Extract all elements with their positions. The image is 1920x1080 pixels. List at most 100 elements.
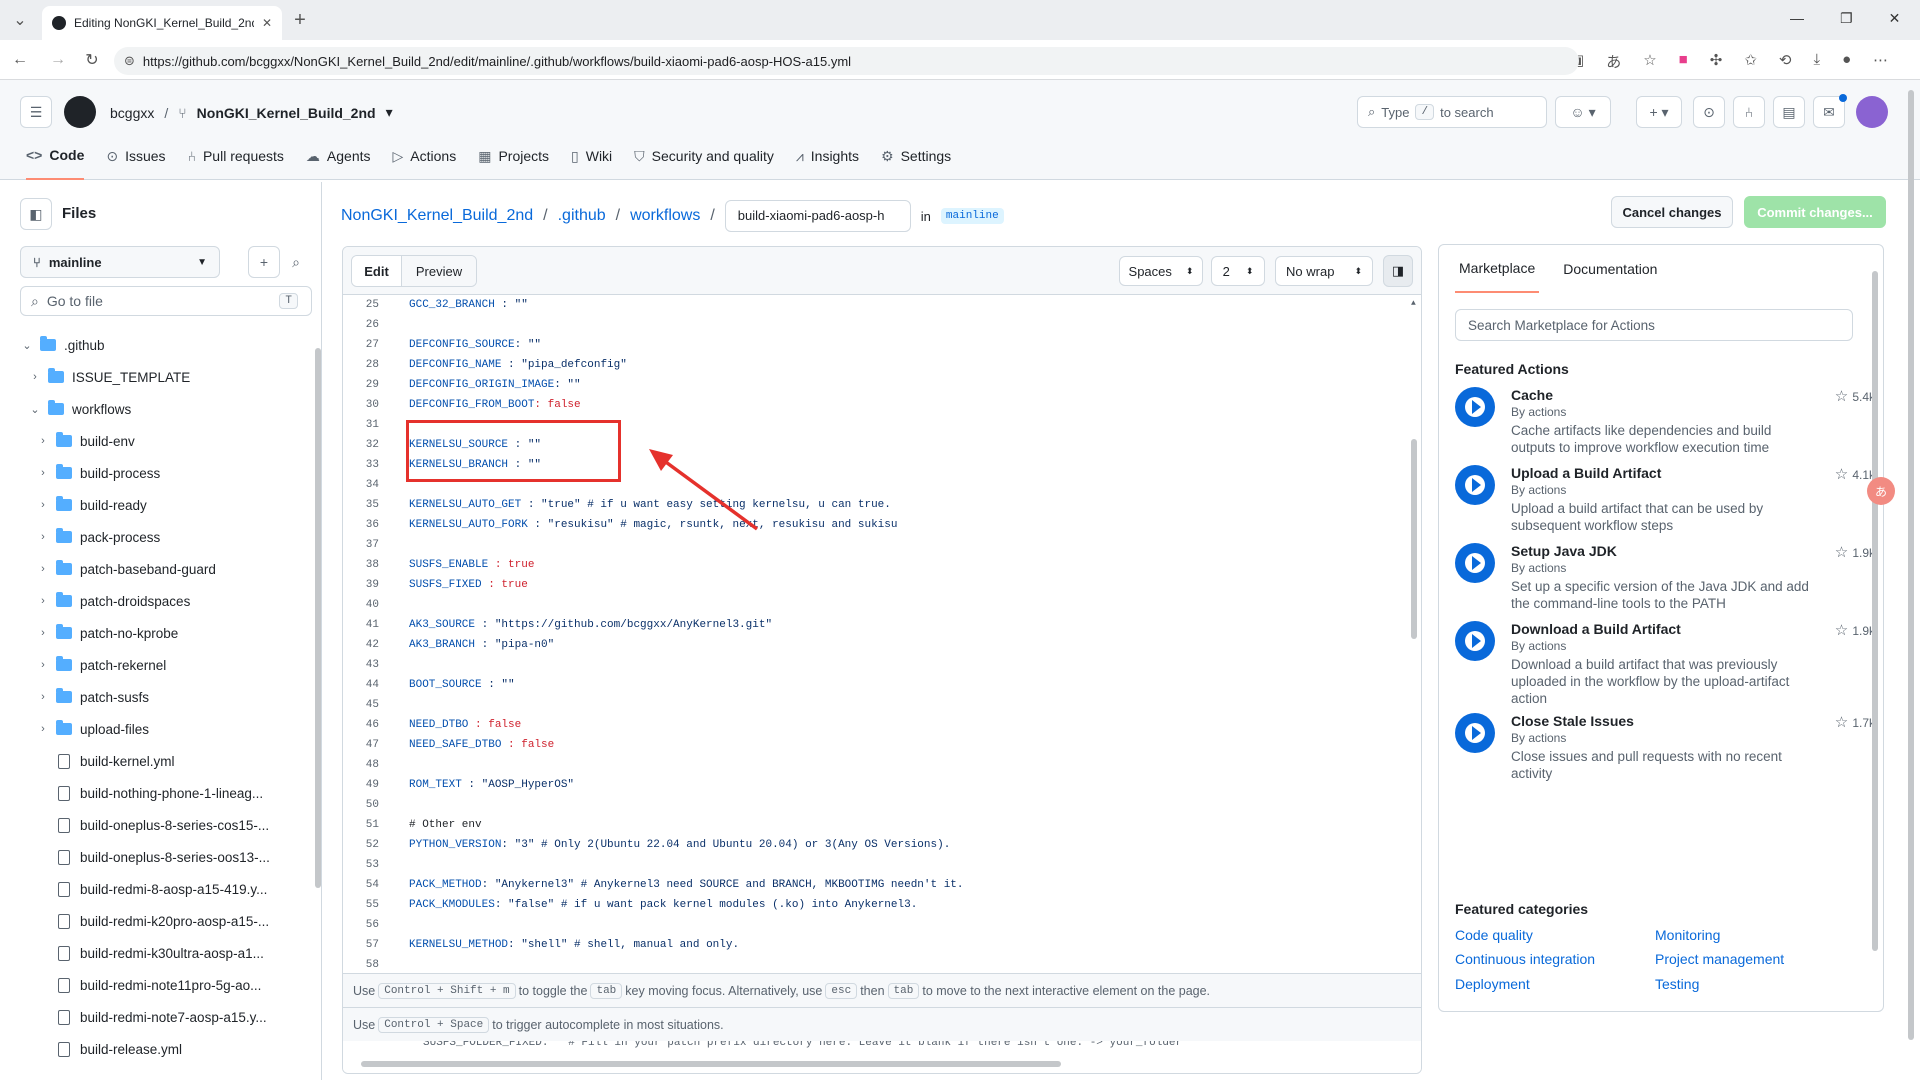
close-tab-icon[interactable]: ✕ bbox=[262, 16, 272, 30]
reload-icon[interactable]: ↻ bbox=[78, 46, 106, 74]
tree-folder[interactable]: ⌄ workflows bbox=[20, 396, 131, 422]
tree-file[interactable]: build-oneplus-8-series-oos13-... bbox=[20, 844, 270, 870]
tree-folder[interactable]: › build-ready bbox=[20, 492, 147, 518]
indent-mode-select[interactable]: Spaces ⬍ bbox=[1119, 256, 1203, 286]
tab-settings[interactable]: ⚙ Settings bbox=[881, 132, 951, 180]
sidebar-scrollbar[interactable] bbox=[314, 332, 322, 1072]
chevron-right-icon[interactable]: › bbox=[36, 723, 50, 735]
editor-vertical-scrollbar[interactable]: ▲ bbox=[1409, 299, 1419, 969]
chevron-right-icon[interactable]: › bbox=[36, 659, 50, 671]
branch-selector[interactable]: ⑂ mainline ▼ bbox=[20, 246, 220, 278]
favorite-star-icon[interactable]: ☆ bbox=[1643, 51, 1656, 72]
action-name[interactable]: Upload a Build Artifact bbox=[1511, 465, 1661, 481]
toggle-panel-icon[interactable]: ◨ bbox=[1383, 255, 1413, 287]
tree-file[interactable]: build-nothing-phone-1-lineag... bbox=[20, 780, 263, 806]
tab-security[interactable]: ⛉ Security and quality bbox=[634, 132, 774, 180]
tree-folder[interactable]: › upload-files bbox=[20, 716, 149, 742]
tree-folder[interactable]: › ISSUE_TEMPLATE bbox=[20, 364, 190, 390]
search-files-icon[interactable]: ⌕ bbox=[280, 246, 312, 278]
extensions-puzzle-icon[interactable]: ✣ bbox=[1710, 51, 1723, 72]
more-menu-icon[interactable]: ⋯ bbox=[1873, 51, 1888, 72]
featured-action-card[interactable]: Close Stale Issues By actions Close issues… bbox=[1455, 713, 1875, 783]
tree-folder[interactable]: › pack-process bbox=[20, 524, 160, 550]
translate-icon[interactable]: あ bbox=[1606, 51, 1621, 72]
branch-badge[interactable]: mainline bbox=[940, 208, 1004, 224]
cancel-changes-button[interactable]: Cancel changes bbox=[1611, 196, 1733, 228]
downloads-icon[interactable]: ⤓ bbox=[1813, 51, 1820, 72]
chevron-right-icon[interactable]: › bbox=[28, 371, 42, 383]
tree-folder[interactable]: › patch-no-kprobe bbox=[20, 620, 178, 646]
featured-action-card[interactable]: Cache By actions Cache artifacts like depe… bbox=[1455, 387, 1875, 457]
featured-action-card[interactable]: Download a Build Artifact By actions Downl… bbox=[1455, 621, 1875, 706]
owner-link[interactable]: bcggxx bbox=[110, 105, 154, 121]
tab-documentation[interactable]: Documentation bbox=[1563, 261, 1657, 277]
chevron-right-icon[interactable]: › bbox=[36, 435, 50, 447]
tree-folder[interactable]: › patch-rekernel bbox=[20, 652, 166, 678]
github-logo-icon[interactable] bbox=[64, 96, 96, 128]
category-link[interactable]: Monitoring bbox=[1655, 927, 1720, 943]
tab-wiki[interactable]: ▯ Wiki bbox=[571, 132, 612, 180]
chevron-down-icon[interactable]: ⌄ bbox=[28, 403, 42, 416]
global-search[interactable]: ⌕ Type / to search bbox=[1357, 96, 1547, 128]
repositories-icon[interactable]: ▤ bbox=[1773, 96, 1805, 128]
horizontal-scroll-thumb[interactable] bbox=[361, 1061, 1061, 1067]
breadcrumb-github[interactable]: .github bbox=[558, 207, 606, 225]
action-name[interactable]: Download a Build Artifact bbox=[1511, 621, 1681, 637]
history-icon[interactable]: ⟲ bbox=[1779, 51, 1792, 72]
featured-action-card[interactable]: Upload a Build Artifact By actions Upload … bbox=[1455, 465, 1875, 535]
translate-float-icon[interactable]: あ bbox=[1867, 477, 1895, 505]
page-scrollbar[interactable] bbox=[1906, 80, 1916, 1080]
tree-folder[interactable]: › build-process bbox=[20, 460, 160, 486]
page-scroll-thumb[interactable] bbox=[1908, 90, 1914, 1040]
indent-size-select[interactable]: 2 ⬍ bbox=[1211, 256, 1265, 286]
tree-file[interactable]: build-redmi-k30ultra-aosp-a1... bbox=[20, 940, 264, 966]
back-icon[interactable]: ← bbox=[6, 46, 34, 74]
menu-hamburger-icon[interactable]: ☰ bbox=[20, 96, 52, 128]
chevron-right-icon[interactable]: › bbox=[36, 499, 50, 511]
category-link[interactable]: Project management bbox=[1655, 951, 1784, 967]
category-link[interactable]: Continuous integration bbox=[1455, 951, 1595, 967]
tab-actions[interactable]: ▷ Actions bbox=[393, 132, 457, 180]
tab-edit[interactable]: Edit bbox=[352, 256, 402, 286]
tree-file[interactable]: build-redmi-note7-aosp-a15.y... bbox=[20, 1004, 267, 1030]
breadcrumb-workflows[interactable]: workflows bbox=[630, 207, 700, 225]
extension-pink-icon[interactable]: ■ bbox=[1679, 51, 1688, 72]
minimize-icon[interactable]: — bbox=[1790, 10, 1804, 27]
tree-folder[interactable]: › patch-droidspaces bbox=[20, 588, 190, 614]
chevron-right-icon[interactable]: › bbox=[36, 531, 50, 543]
issues-icon[interactable]: ⊙ bbox=[1693, 96, 1725, 128]
featured-action-card[interactable]: Setup Java JDK By actions Set up a specifi… bbox=[1455, 543, 1875, 613]
commit-changes-button[interactable]: Commit changes... bbox=[1744, 196, 1886, 228]
repo-dropdown-icon[interactable]: ▾ bbox=[386, 104, 393, 121]
marketplace-scroll-thumb[interactable] bbox=[1872, 271, 1878, 951]
code-editor[interactable]: 25 GCC_32_BRANCH : "" 26 27 DEFCONFIG_SOURCE… bbox=[343, 295, 1421, 973]
pull-requests-icon[interactable]: ⑃ bbox=[1733, 96, 1765, 128]
category-link[interactable]: Testing bbox=[1655, 976, 1699, 992]
filename-input[interactable]: build-xiaomi-pad6-aosp-h bbox=[724, 200, 911, 232]
action-name[interactable]: Setup Java JDK bbox=[1511, 543, 1617, 559]
copilot-button[interactable]: ☺ ▾ bbox=[1555, 96, 1611, 128]
site-info-icon[interactable]: ⊜ bbox=[124, 53, 135, 69]
wrap-mode-select[interactable]: No wrap ⬍ bbox=[1275, 256, 1373, 286]
forward-icon[interactable]: → bbox=[44, 46, 72, 74]
profile-avatar-icon[interactable]: ● bbox=[1842, 51, 1851, 72]
go-to-file-input[interactable]: ⌕ Go to file T bbox=[20, 286, 312, 316]
chevron-right-icon[interactable]: › bbox=[36, 595, 50, 607]
chevron-down-icon[interactable]: ⌄ bbox=[20, 339, 34, 352]
chevron-right-icon[interactable]: › bbox=[36, 563, 50, 575]
tree-folder[interactable]: › patch-baseband-guard bbox=[20, 556, 216, 582]
tab-insights[interactable]: ⩘ Insights bbox=[796, 132, 859, 180]
sidebar-scroll-thumb[interactable] bbox=[315, 348, 321, 888]
action-name[interactable]: Close Stale Issues bbox=[1511, 713, 1634, 729]
tab-list-icon[interactable]: ⌄ bbox=[6, 6, 34, 34]
tree-file[interactable]: build-oneplus-8-series-cos15-... bbox=[20, 812, 269, 838]
tree-folder[interactable]: › patch-susfs bbox=[20, 684, 149, 710]
collapse-sidebar-icon[interactable]: ◧ bbox=[20, 198, 52, 230]
tree-file[interactable]: build-release.yml bbox=[20, 1036, 182, 1062]
new-tab-icon[interactable]: + bbox=[286, 6, 314, 34]
tree-file[interactable]: build-kernel.yml bbox=[20, 748, 175, 774]
chevron-right-icon[interactable]: › bbox=[36, 627, 50, 639]
action-name[interactable]: Cache bbox=[1511, 387, 1553, 403]
favorites-icon[interactable]: ✩ bbox=[1744, 51, 1757, 72]
tree-folder[interactable]: › build-env bbox=[20, 428, 135, 454]
